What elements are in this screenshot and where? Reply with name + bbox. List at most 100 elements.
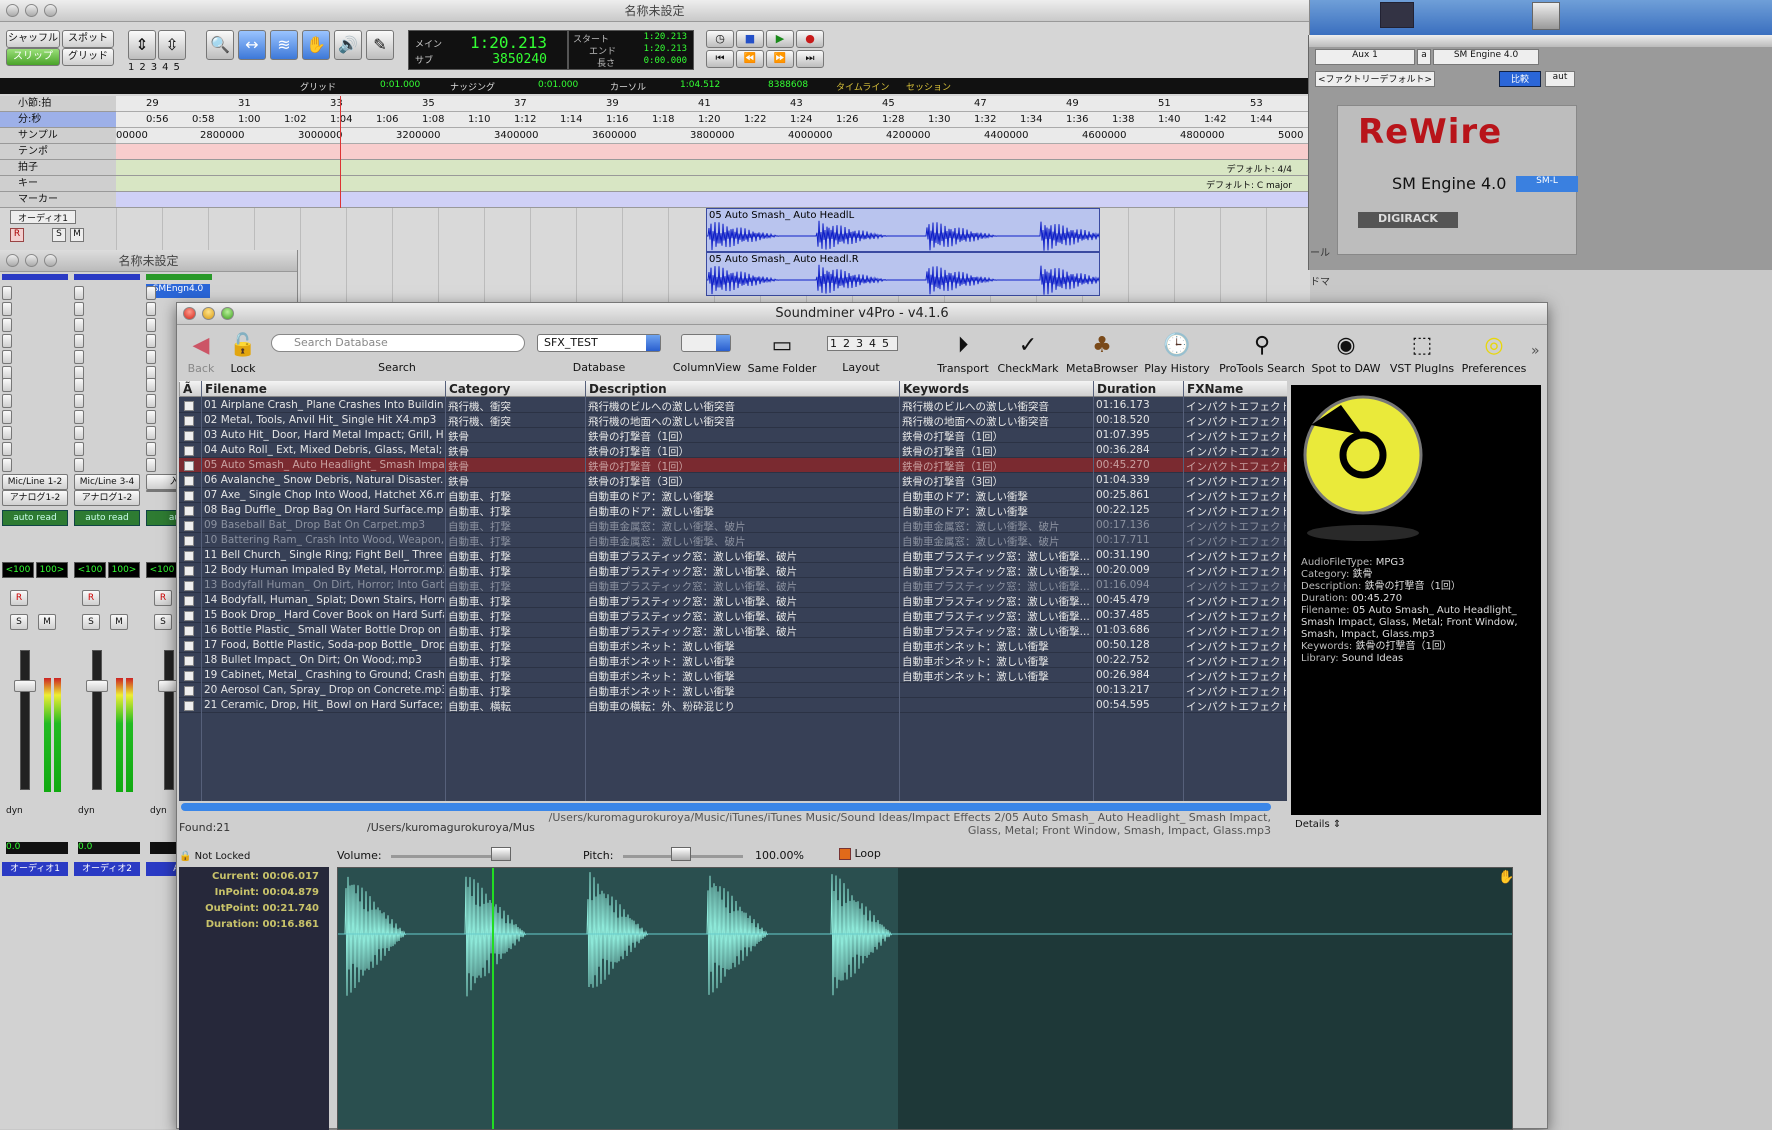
preferences-button[interactable]: ◎Preferences — [1459, 328, 1529, 375]
row-checkbox[interactable] — [184, 506, 194, 516]
ruler-samples-label[interactable]: サンプル — [0, 128, 116, 144]
ruler-meter-label[interactable]: 拍子 — [0, 160, 116, 176]
column-header-3[interactable]: Description — [585, 382, 667, 397]
protools-search-button[interactable]: ⚲ProTools Search — [1217, 328, 1307, 375]
sm-minimize-icon[interactable] — [202, 307, 215, 320]
insert-slot[interactable] — [2, 350, 12, 364]
row-checkbox[interactable] — [184, 611, 194, 621]
volume-fader-thumb[interactable] — [86, 680, 108, 692]
row-checkbox[interactable] — [184, 476, 194, 486]
send-slot[interactable] — [2, 378, 12, 392]
mute-button[interactable]: M — [110, 614, 128, 630]
volume-fader-track[interactable] — [92, 650, 102, 790]
row-checkbox[interactable] — [184, 641, 194, 651]
send-slot[interactable] — [146, 394, 156, 408]
table-row[interactable]: 01 Airplane Crash_ Plane Crashes Into Bu… — [179, 398, 1287, 413]
send-slot[interactable] — [2, 410, 12, 424]
mix-zoom-icon[interactable] — [44, 254, 57, 267]
row-checkbox[interactable] — [184, 686, 194, 696]
mix-close-icon[interactable] — [6, 254, 19, 267]
send-slot[interactable] — [146, 426, 156, 440]
tempo-track[interactable] — [116, 144, 1310, 160]
table-row[interactable]: 04 Auto Roll_ Ext, Mixed Debris, Glass, … — [179, 443, 1287, 458]
layout-presets[interactable]: 12345 — [827, 336, 898, 351]
record-icon[interactable]: ● — [796, 30, 824, 48]
row-checkbox[interactable] — [184, 701, 194, 711]
table-row[interactable]: 16 Bottle Plastic_ Small Water Bottle Dr… — [179, 623, 1287, 638]
return-to-zero-icon[interactable]: ⏮ — [706, 50, 734, 68]
send-slot[interactable] — [146, 378, 156, 392]
solo-button[interactable]: S — [10, 614, 28, 630]
table-row[interactable]: 02 Metal, Tools, Anvil Hit_ Single Hit X… — [179, 413, 1287, 428]
rewind-icon[interactable]: ⏪ — [736, 50, 764, 68]
automation-mode[interactable]: auto read — [74, 510, 140, 526]
online-icon[interactable]: ◷ — [706, 30, 734, 48]
table-row[interactable]: 15 Book Drop_ Hard Cover Book on Hard Su… — [179, 608, 1287, 623]
table-row[interactable]: 11 Bell Church_ Single Ring; Fight Bell_… — [179, 548, 1287, 563]
marker-track[interactable] — [116, 192, 1310, 208]
send-slot[interactable] — [74, 458, 84, 472]
zoom-presets[interactable]: 12345 — [128, 62, 185, 73]
ruler-marker-label[interactable]: マーカー — [0, 192, 116, 208]
automation-mode[interactable]: auto read — [2, 510, 68, 526]
insert-slot[interactable] — [2, 286, 12, 300]
column-header-1[interactable]: Filename — [201, 382, 267, 397]
shuffle-mode-button[interactable]: シャッフル — [6, 30, 60, 48]
plugin-slot[interactable]: Aux 1 — [1315, 49, 1415, 65]
row-checkbox[interactable] — [184, 596, 194, 606]
record-enable-button[interactable]: R — [82, 590, 100, 606]
zoom-icon[interactable] — [44, 4, 57, 17]
output-selector[interactable]: アナログ1-2 — [74, 490, 140, 506]
spot-mode-button[interactable]: スポット — [62, 30, 114, 48]
insert-slot[interactable] — [74, 318, 84, 332]
send-slot[interactable] — [2, 426, 12, 440]
sm-close-icon[interactable] — [183, 307, 196, 320]
insert-slot[interactable] — [2, 318, 12, 332]
pan-left[interactable]: <100 — [146, 562, 178, 578]
waveform-display[interactable]: ◆ ✋ — [337, 867, 1513, 1130]
checkmark-button[interactable]: ✓CheckMark — [997, 328, 1059, 375]
column-header-6[interactable]: FXName — [1183, 382, 1243, 397]
send-slot[interactable] — [2, 458, 12, 472]
preset-select[interactable]: <ファクトリーデフォルト> — [1315, 71, 1435, 87]
grid-value[interactable]: 0:01.000 — [380, 80, 420, 90]
insert-slot[interactable] — [74, 350, 84, 364]
columnview-select[interactable] — [681, 334, 731, 352]
zoom-out-icon[interactable]: ⇳ — [158, 30, 186, 60]
insert-slot[interactable] — [146, 318, 156, 332]
play-history-button[interactable]: 🕒Play History — [1143, 328, 1211, 375]
track-solo-button[interactable]: S — [52, 228, 66, 242]
solo-button[interactable]: S — [154, 614, 172, 630]
back-button[interactable]: ◀Back — [183, 328, 219, 375]
table-row[interactable]: 12 Body Human Impaled By Metal, Horror.m… — [179, 563, 1287, 578]
table-row[interactable]: 13 Bodyfall Human_ On Dirt, Horror; Into… — [179, 578, 1287, 593]
grid-mode-button[interactable]: グリッド — [62, 48, 114, 66]
table-row[interactable]: 18 Bullet Impact_ On Dirt; On Wood;.mp3自… — [179, 653, 1287, 668]
nudge-value[interactable]: 0:01.000 — [538, 80, 578, 90]
grabber-tool-icon[interactable]: ✋ — [302, 30, 330, 60]
column-header-5[interactable]: Duration — [1093, 382, 1156, 397]
slip-mode-button[interactable]: スリップ — [6, 48, 60, 66]
table-row[interactable]: 05 Auto Smash_ Auto Headlight_ Smash Imp… — [179, 458, 1287, 473]
ruler-minsec-label[interactable]: 分:秒 — [0, 112, 116, 128]
row-checkbox[interactable] — [184, 401, 194, 411]
row-checkbox[interactable] — [184, 446, 194, 456]
table-row[interactable]: 03 Auto Hit_ Door, Hard Metal Impact; Gr… — [179, 428, 1287, 443]
volume-thumb[interactable] — [491, 847, 511, 861]
row-checkbox[interactable] — [184, 671, 194, 681]
pan-left[interactable]: <100 — [74, 562, 106, 578]
insert-slot[interactable] — [146, 302, 156, 316]
playback-cursor[interactable] — [492, 868, 494, 1130]
row-checkbox[interactable] — [184, 551, 194, 561]
volume-fader-thumb[interactable] — [14, 680, 36, 692]
close-icon[interactable] — [6, 4, 19, 17]
insert-slot[interactable] — [74, 334, 84, 348]
metabrowser-button[interactable]: ♣MetaBrowser — [1065, 328, 1139, 375]
volume-fader-track[interactable] — [164, 650, 174, 790]
end-value[interactable]: 1:20.213 — [644, 44, 687, 54]
play-icon[interactable]: ▶ — [766, 30, 794, 48]
solo-button[interactable]: S — [82, 614, 100, 630]
audio-region-left[interactable]: 05 Auto Smash_ Auto HeadlL — [706, 208, 1100, 252]
zoom-in-icon[interactable]: ⇕ — [128, 30, 156, 60]
send-slot[interactable] — [74, 426, 84, 440]
